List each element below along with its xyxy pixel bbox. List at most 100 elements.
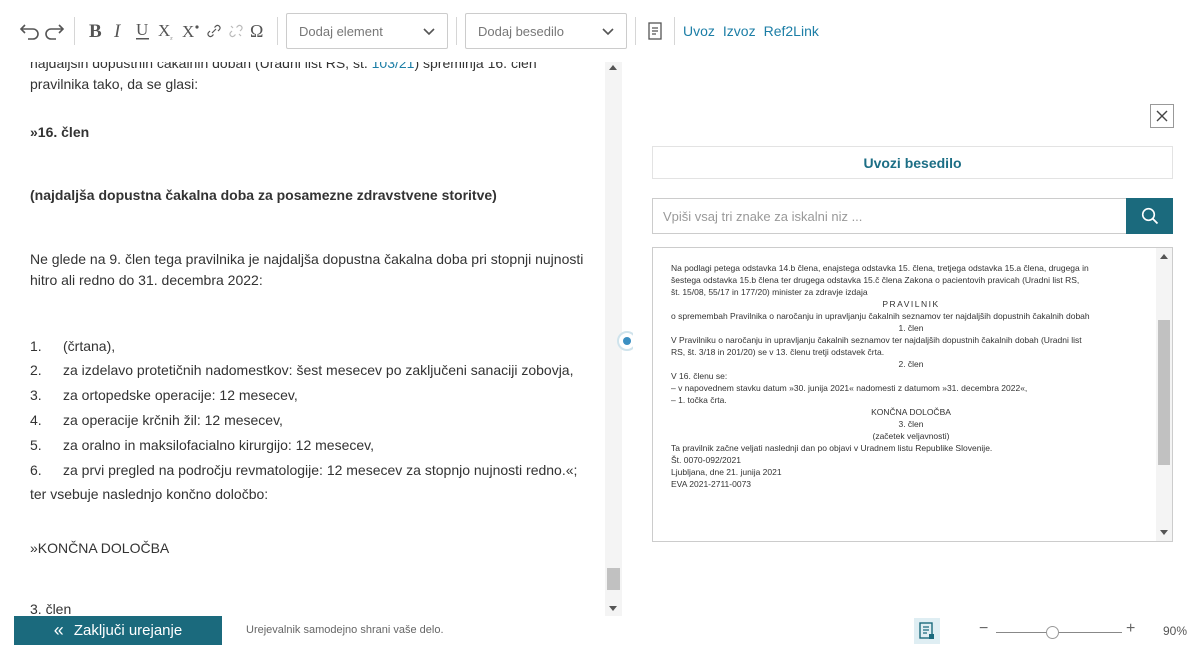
zoom-level: 90%	[1163, 624, 1188, 638]
scroll-up-icon[interactable]	[609, 65, 617, 70]
chevron-down-icon	[602, 24, 614, 39]
doc-line: RS, št. 3/18 in 201/20) se v 13. členu t…	[671, 347, 885, 357]
finish-editing-label: Zaključi urejanje	[73, 622, 183, 639]
omega-icon[interactable]: Ω	[247, 18, 269, 44]
article-heading: »16. člen	[30, 124, 90, 140]
add-element-label: Dodaj element	[299, 23, 383, 39]
scroll-down-icon[interactable]	[609, 606, 617, 611]
doc-line: V Pravilniku o naročanju in upravljanju …	[671, 335, 1082, 345]
toolbar-divider	[277, 17, 278, 45]
list-number: 5.	[30, 437, 42, 453]
toolbar-divider	[635, 17, 636, 45]
doc-line: šestega odstavka 15.b člena ter drugega …	[671, 275, 1080, 285]
doc-article: 3. člen	[898, 419, 924, 429]
doc-article: 2. člen	[898, 359, 924, 369]
autosave-notice: Urejevalnik samodejno shrani vaše delo.	[246, 624, 444, 636]
add-text-label: Dodaj besedilo	[478, 23, 565, 39]
doc-article-title: (začetek veljavnosti)	[872, 431, 950, 441]
document-editor[interactable]: najdaljših dopustnih čakalnih dobah (Ura…	[0, 62, 605, 616]
editor-text: najdaljših dopustnih čakalnih dobah (Ura…	[30, 62, 372, 71]
svg-text:X: X	[158, 21, 170, 40]
document-scrollbar[interactable]	[1156, 248, 1172, 541]
import-link[interactable]: Uvoz	[683, 23, 715, 39]
list-text: za oralno in maksilofacialno kirurgijo: …	[63, 437, 374, 453]
scroll-up-icon[interactable]	[1160, 254, 1168, 259]
doc-line: – 1. točka črta.	[671, 395, 727, 405]
editor-paragraph: 3. člen	[30, 601, 72, 616]
list-text: za operacije krčnih žil: 12 mesecev,	[63, 412, 283, 428]
svg-text:X: X	[182, 22, 194, 41]
doc-line: Na podlagi petega odstavka 14.b člena, e…	[671, 263, 1089, 273]
editor-paragraph: ter vsebuje naslednjo končno določbo:	[30, 486, 269, 502]
scroll-down-icon[interactable]	[1160, 530, 1168, 535]
toolbar-divider	[74, 17, 75, 45]
doc-title: PRAVILNIK	[882, 299, 940, 309]
search-button[interactable]	[1126, 198, 1173, 234]
ref2link-link[interactable]: Ref2Link	[764, 23, 819, 39]
gazette-reference-link[interactable]: 103/21	[372, 62, 415, 71]
add-text-select[interactable]: Dodaj besedilo	[465, 13, 627, 49]
svg-text:U: U	[136, 20, 148, 39]
toolbar-divider	[674, 17, 675, 45]
list-number: 2.	[30, 362, 42, 378]
source-document-preview[interactable]: Na podlagi petega odstavka 14.b člena, e…	[652, 247, 1173, 542]
import-text-button[interactable]: Uvozi besedilo	[652, 146, 1173, 179]
svg-text:₂: ₂	[170, 34, 173, 41]
doc-section: KONČNA DOLOČBA	[871, 407, 951, 417]
list-text: za ortopedske operacije: 12 mesecev,	[63, 387, 298, 403]
document-text: Na podlagi petega odstavka 14.b člena, e…	[671, 262, 1151, 490]
close-icon	[1156, 110, 1168, 122]
editor-paragraph: hitro ali redno do 31. decembra 2022:	[30, 272, 263, 288]
search-icon	[1141, 207, 1158, 225]
list-text: za prvi pregled na področju revmatologij…	[63, 462, 578, 478]
status-bar: « Zaključi urejanje Urejevalnik samodejn…	[0, 616, 1197, 645]
superscript-icon[interactable]: X	[179, 18, 203, 44]
italic-icon[interactable]: I	[107, 18, 131, 44]
doc-line: o spremembah Pravilnika o naročanju in u…	[671, 311, 1090, 321]
doc-line: Ta pravilnik začne veljati naslednji dan…	[671, 443, 993, 453]
finish-editing-button[interactable]: « Zaključi urejanje	[14, 616, 222, 645]
close-panel-button[interactable]	[1150, 104, 1174, 128]
unlink-icon[interactable]	[225, 18, 247, 44]
scrollbar-thumb[interactable]	[1158, 320, 1170, 465]
doc-line: EVA 2021-2711-0073	[671, 479, 752, 489]
toolbar-divider	[456, 17, 457, 45]
doc-line: V 16. členu se:	[671, 371, 728, 381]
editor-paragraph: najdaljših dopustnih čakalnih dobah (Ura…	[30, 62, 537, 71]
doc-article: 1. člen	[898, 323, 924, 333]
doc-line: št. 15/08, 55/17 in 177/20) minister za …	[671, 287, 868, 297]
double-chevron-left-icon: «	[53, 620, 64, 640]
article-title: (najdaljša dopustna čakalna doba za posa…	[30, 187, 497, 203]
underline-icon[interactable]: U	[131, 18, 155, 44]
zoom-out-button[interactable]: −	[979, 620, 988, 638]
list-number: 1.	[30, 338, 42, 354]
bold-icon[interactable]: B	[83, 18, 107, 44]
svg-text:B: B	[89, 21, 102, 41]
final-provision-heading: »KONČNA DOLOČBA	[30, 540, 170, 556]
undo-icon[interactable]	[18, 18, 42, 44]
document-icon[interactable]	[644, 18, 666, 44]
export-link[interactable]: Izvoz	[723, 23, 756, 39]
editor-paragraph: Ne glede na 9. člen tega pravilnika je n…	[30, 251, 584, 267]
list-text: za izdelavo protetičnih nadomestkov: šes…	[63, 362, 574, 378]
link-icon[interactable]	[203, 18, 225, 44]
svg-text:I: I	[113, 21, 122, 41]
list-number: 3.	[30, 387, 42, 403]
chevron-down-icon	[423, 24, 435, 39]
zoom-in-button[interactable]: +	[1126, 620, 1135, 638]
redo-icon[interactable]	[42, 18, 66, 44]
document-view-icon[interactable]	[914, 618, 940, 644]
doc-line: Št. 0070-092/2021	[671, 455, 741, 465]
list-number: 4.	[30, 412, 42, 428]
doc-line: Ljubljana, dne 21. junija 2021	[671, 467, 782, 477]
editor-paragraph: pravilnika tako, da se glasi:	[30, 76, 199, 92]
search-placeholder: Vpiši vsaj tri znake za iskalni niz ...	[663, 208, 863, 224]
add-element-select[interactable]: Dodaj element	[286, 13, 448, 49]
subscript-icon[interactable]: X₂	[155, 18, 179, 44]
import-panel: Uvozi besedilo Vpiši vsaj tri znake za i…	[633, 62, 1197, 616]
list-number: 6.	[30, 462, 42, 478]
search-input[interactable]: Vpiši vsaj tri znake za iskalni niz ...	[652, 198, 1126, 234]
editor-toolbar: B I U X₂ X Ω Dodaj element Dodaj besedil…	[0, 0, 1197, 62]
zoom-slider-handle[interactable]	[1046, 626, 1060, 639]
scrollbar-thumb[interactable]	[607, 568, 620, 590]
